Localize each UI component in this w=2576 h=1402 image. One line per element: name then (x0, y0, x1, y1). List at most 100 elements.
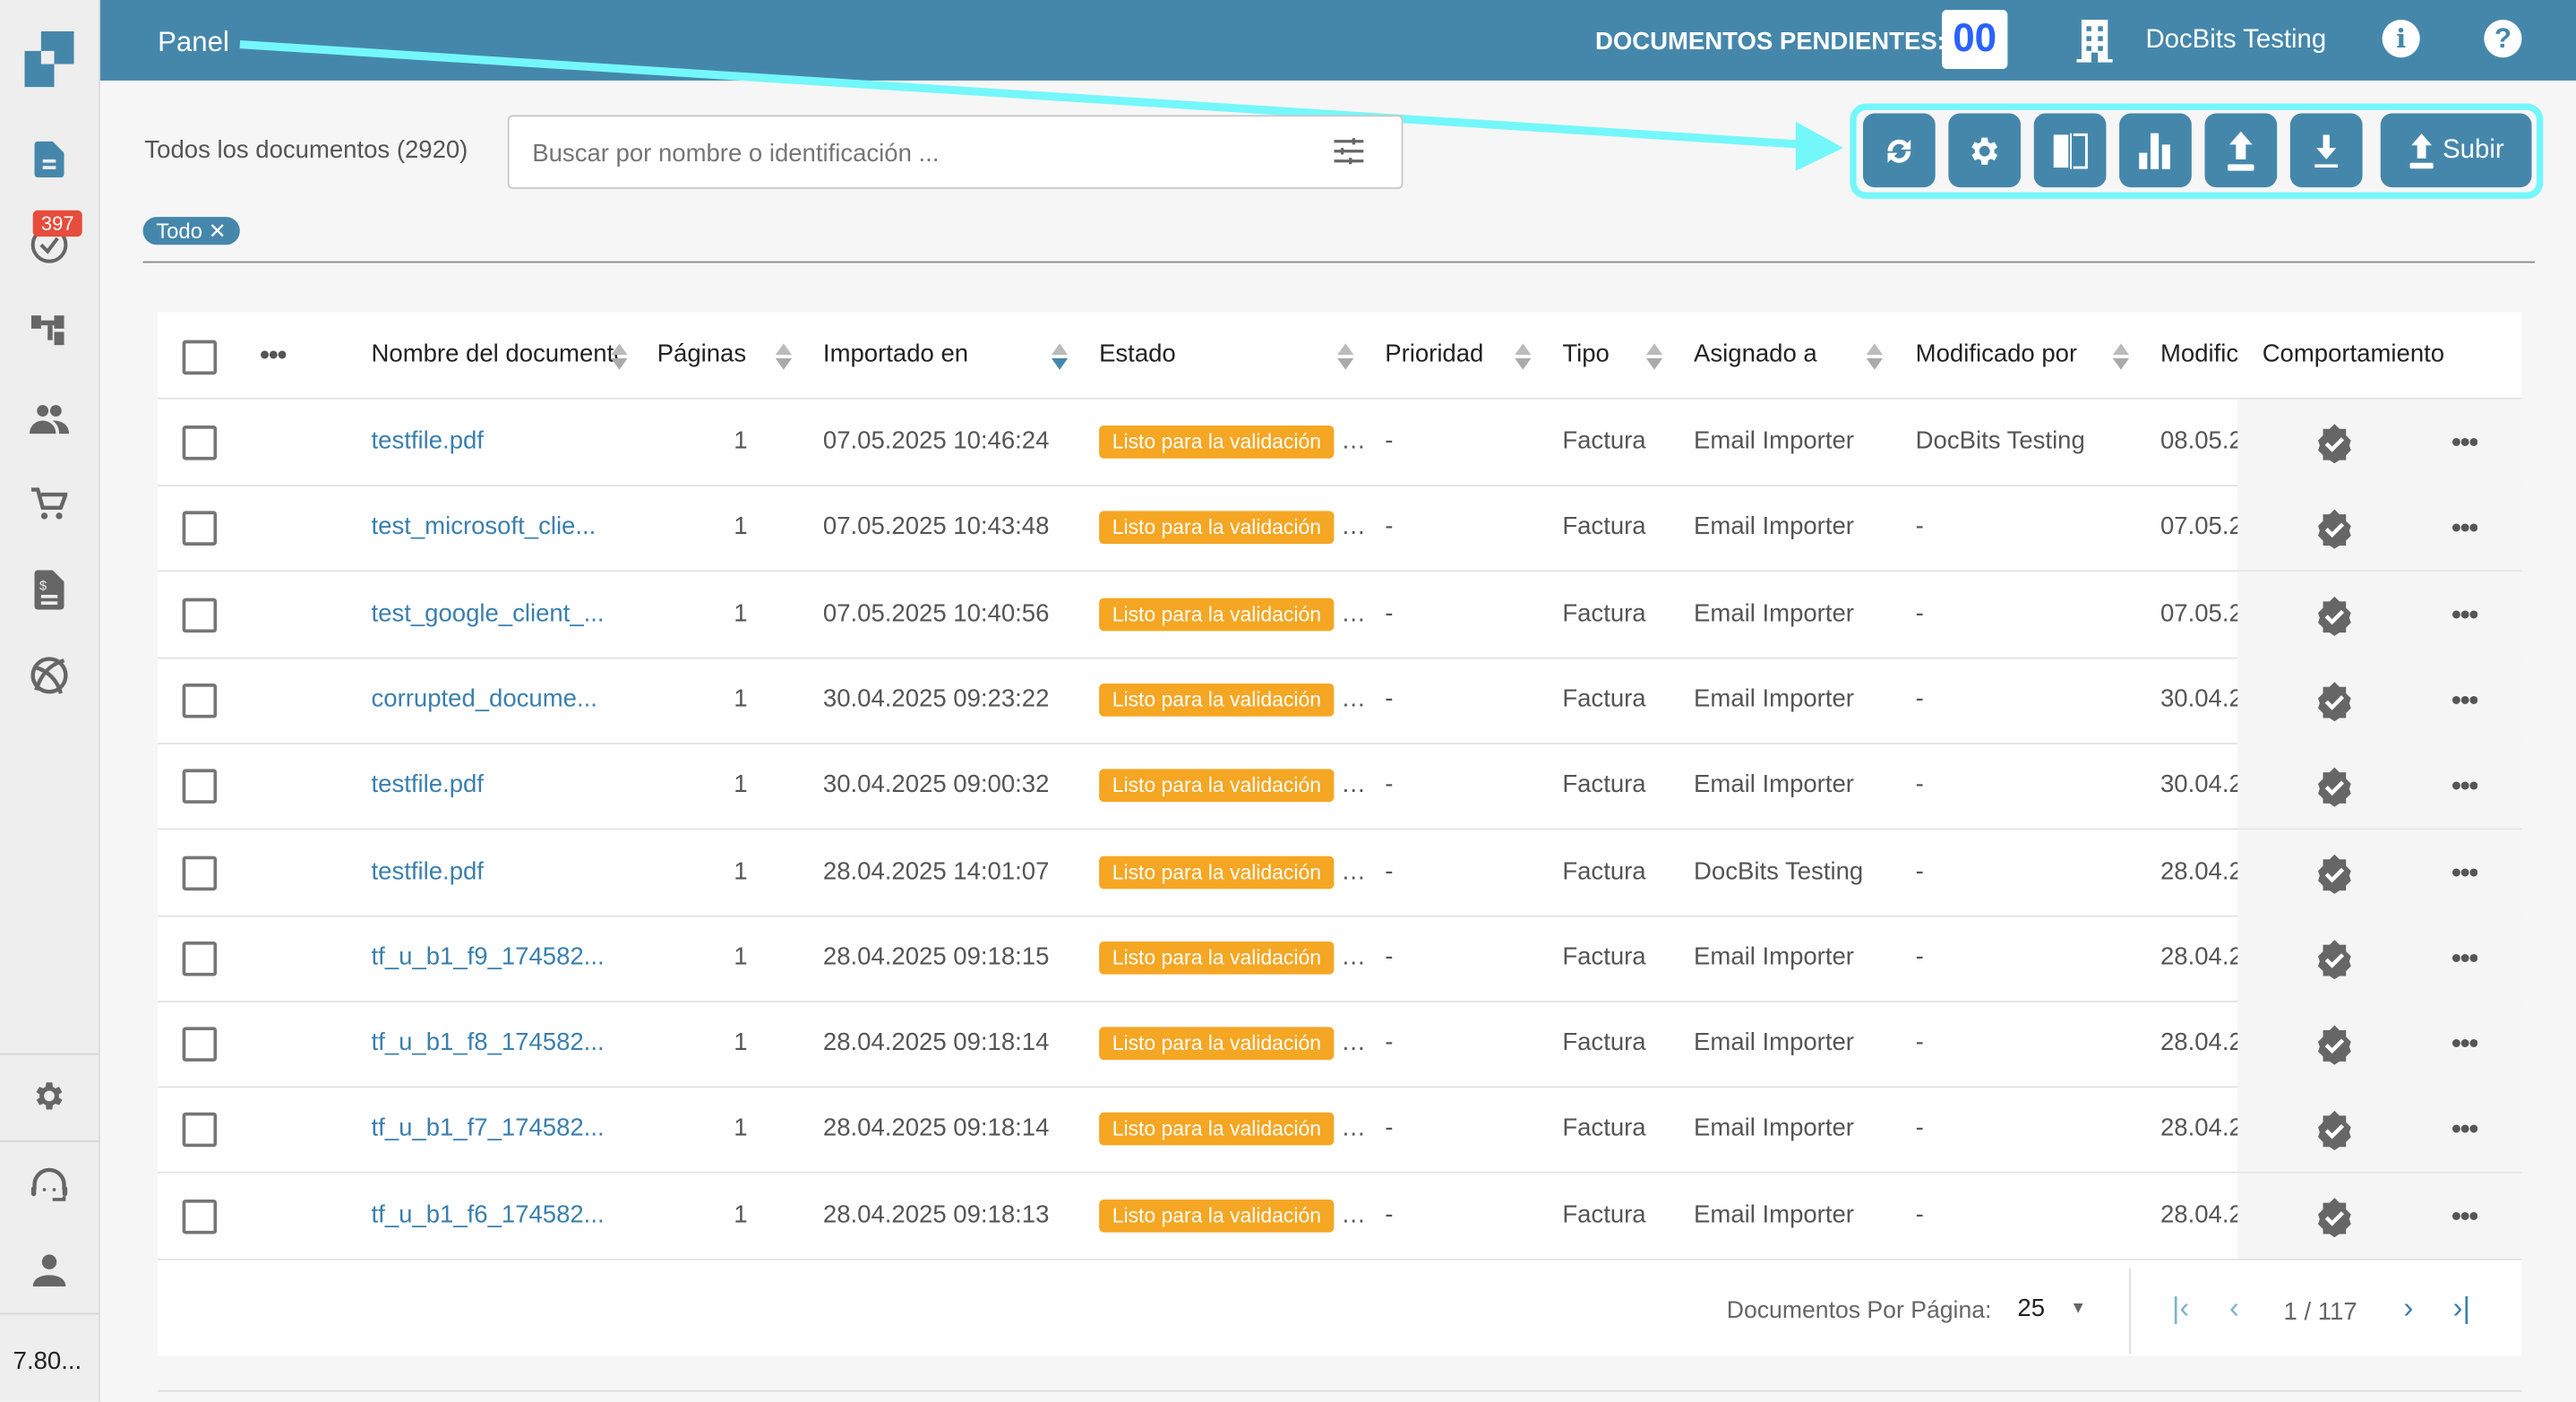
row-more-icon[interactable]: ••• (2451, 1001, 2477, 1086)
column-header-status[interactable]: Estado (1099, 312, 1176, 397)
row-checkbox[interactable] (182, 1027, 218, 1062)
sort-icon[interactable] (1337, 343, 1354, 370)
column-header-priority[interactable]: Prioridad (1385, 312, 1483, 397)
last-page-icon[interactable]: ›| (2452, 1292, 2470, 1327)
document-name-link[interactable]: test_google_client_... (372, 599, 605, 627)
column-header-name[interactable]: Nombre del documento (372, 312, 622, 397)
integration-icon[interactable] (25, 650, 74, 700)
first-page-icon[interactable]: |‹ (2172, 1292, 2190, 1327)
row-more-icon[interactable]: ••• (2451, 743, 2477, 828)
search-input[interactable] (528, 116, 1309, 191)
row-checkbox[interactable] (182, 597, 218, 632)
filter-chip-todo[interactable]: Todo ✕ (142, 217, 240, 245)
table-row[interactable]: testfile.pdf 1 07.05.2025 10:46:24 Listo… (158, 399, 2522, 486)
document-name-link[interactable]: tf_u_b1_f8_174582... (372, 1028, 605, 1056)
row-more-icon[interactable]: ••• (2451, 1173, 2477, 1258)
priority-value: - (1385, 856, 1394, 885)
sort-icon[interactable] (2112, 343, 2130, 370)
verified-badge-icon[interactable] (2314, 767, 2354, 815)
table-row[interactable]: testfile.pdf 1 28.04.2025 14:01:07 Listo… (158, 829, 2522, 916)
column-header-assigned[interactable]: Asignado a (1694, 312, 1817, 397)
column-layout-button[interactable] (2033, 113, 2107, 188)
sort-icon[interactable] (1866, 343, 1883, 370)
verified-badge-icon[interactable] (2314, 939, 2354, 987)
sort-icon[interactable] (1645, 343, 1663, 370)
document-name-link[interactable]: testfile.pdf (372, 771, 484, 799)
document-name-link[interactable]: corrupted_docume... (372, 685, 597, 713)
document-name-link[interactable]: test_microsoft_clie... (372, 513, 597, 541)
previous-page-icon[interactable]: ‹ (2229, 1292, 2239, 1327)
sort-icon[interactable] (775, 343, 793, 370)
verified-badge-icon[interactable] (2314, 1025, 2354, 1073)
table-row[interactable]: test_google_client_... 1 07.05.2025 10:4… (158, 571, 2522, 658)
row-checkbox[interactable] (182, 941, 218, 976)
sort-icon[interactable] (611, 343, 628, 370)
invoice-icon[interactable]: $ (25, 565, 74, 615)
remove-filter-icon[interactable]: ✕ (209, 219, 227, 244)
table-row[interactable]: tf_u_b1_f7_174582... 1 28.04.2025 09:18:… (158, 1087, 2522, 1174)
document-name-link[interactable]: testfile.pdf (372, 427, 484, 455)
upload-button[interactable]: Subir (2380, 113, 2532, 188)
document-name-link[interactable]: tf_u_b1_f6_174582... (372, 1200, 605, 1228)
row-checkbox[interactable] (182, 855, 218, 890)
document-name-link[interactable]: testfile.pdf (372, 857, 484, 885)
row-more-icon[interactable]: ••• (2451, 572, 2477, 657)
table-row[interactable]: test_microsoft_clie... 1 07.05.2025 10:4… (158, 485, 2522, 572)
verified-badge-icon[interactable] (2314, 853, 2354, 901)
sticky-column (2237, 915, 2522, 1001)
document-name-link[interactable]: tf_u_b1_f7_174582... (372, 1114, 605, 1142)
row-checkbox[interactable] (182, 1113, 218, 1148)
row-more-icon[interactable]: ••• (2451, 915, 2477, 1000)
document-name-link[interactable]: tf_u_b1_f9_174582... (372, 942, 605, 970)
users-icon[interactable] (25, 394, 74, 443)
per-page-select[interactable]: 25 ▼ (2017, 1294, 2099, 1328)
statistics-button[interactable] (2119, 113, 2192, 188)
row-checkbox[interactable] (182, 769, 218, 804)
row-more-icon[interactable]: ••• (2451, 829, 2477, 914)
verified-badge-icon[interactable] (2314, 424, 2354, 471)
column-header-modified[interactable]: Modific (2160, 312, 2237, 397)
table-row[interactable]: tf_u_b1_f8_174582... 1 28.04.2025 09:18:… (158, 1001, 2522, 1088)
support-headset-icon[interactable] (25, 1160, 74, 1209)
sticky-column (2237, 1087, 2522, 1173)
header-more-icon[interactable]: ••• (260, 312, 286, 397)
row-more-icon[interactable]: ••• (2451, 657, 2477, 742)
row-checkbox[interactable] (182, 511, 218, 546)
table-row[interactable]: tf_u_b1_f6_174582... 1 28.04.2025 09:18:… (158, 1173, 2522, 1260)
table-row[interactable]: corrupted_docume... 1 30.04.2025 09:23:2… (158, 657, 2522, 744)
status-badge: Listo para la validación (1099, 1199, 1335, 1233)
status-badge: Listo para la validación (1099, 597, 1335, 631)
table-row[interactable]: testfile.pdf 1 30.04.2025 09:00:32 Listo… (158, 743, 2522, 830)
verified-badge-icon[interactable] (2314, 681, 2354, 729)
modified-by-value: DocBits Testing (1915, 426, 2085, 456)
row-more-icon[interactable]: ••• (2451, 400, 2477, 485)
row-checkbox[interactable] (182, 1199, 218, 1234)
column-header-modified-by[interactable]: Modificado por (1916, 312, 2077, 397)
sort-icon[interactable] (1515, 343, 1532, 370)
filter-settings-icon[interactable] (1334, 138, 1364, 173)
select-all-checkbox[interactable] (182, 340, 218, 375)
cart-icon[interactable] (25, 480, 74, 529)
export-button[interactable] (2204, 113, 2278, 188)
verified-badge-icon[interactable] (2314, 510, 2354, 557)
column-header-type[interactable]: Tipo (1562, 312, 1610, 397)
refresh-button[interactable] (1862, 113, 1936, 188)
verified-badge-icon[interactable] (2314, 596, 2354, 643)
row-more-icon[interactable]: ••• (2451, 1087, 2477, 1172)
user-profile-icon[interactable] (25, 1245, 74, 1294)
sort-icon[interactable] (1051, 343, 1069, 370)
column-header-pages[interactable]: Páginas (657, 312, 746, 397)
download-button[interactable] (2289, 113, 2363, 188)
row-checkbox[interactable] (182, 683, 218, 718)
verified-badge-icon[interactable] (2314, 1197, 2354, 1245)
app-version: 7.80... (13, 1347, 82, 1376)
column-header-imported[interactable]: Importado en (823, 312, 968, 397)
settings-button[interactable] (1948, 113, 2022, 188)
verified-badge-icon[interactable] (2314, 1111, 2354, 1159)
row-checkbox[interactable] (182, 426, 218, 460)
search-box[interactable] (507, 115, 1404, 191)
row-more-icon[interactable]: ••• (2451, 486, 2477, 571)
settings-icon[interactable] (25, 1071, 74, 1121)
next-page-icon[interactable]: › (2403, 1292, 2413, 1327)
table-row[interactable]: tf_u_b1_f9_174582... 1 28.04.2025 09:18:… (158, 915, 2522, 1002)
